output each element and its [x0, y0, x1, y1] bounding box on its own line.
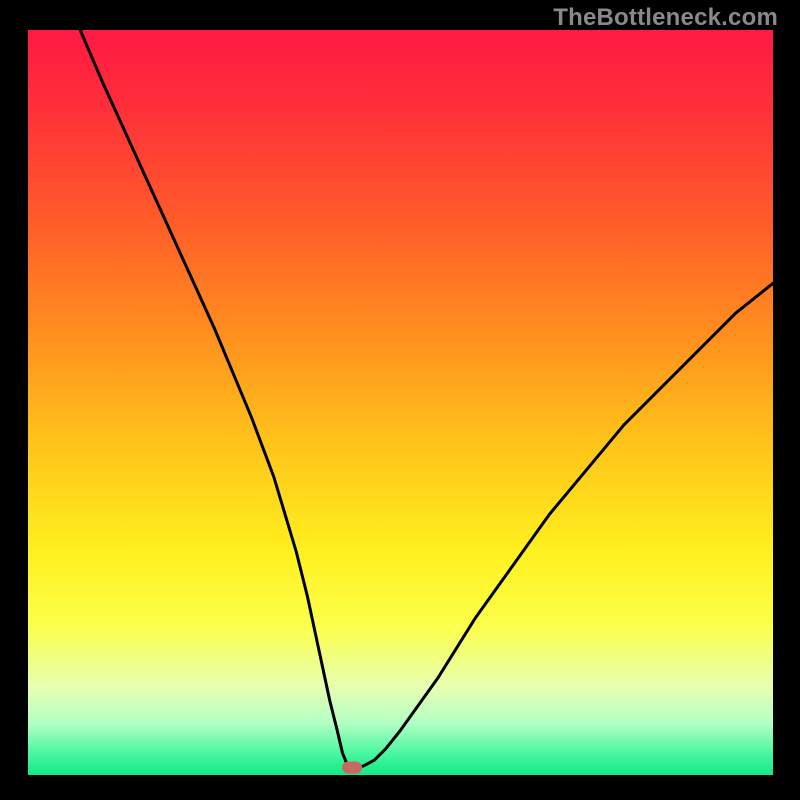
gradient-background	[28, 30, 773, 775]
chart-frame: TheBottleneck.com	[0, 0, 800, 800]
minimum-marker	[342, 762, 362, 774]
plot-svg	[28, 30, 773, 775]
plot-panel	[28, 30, 773, 775]
watermark-text: TheBottleneck.com	[553, 4, 778, 32]
